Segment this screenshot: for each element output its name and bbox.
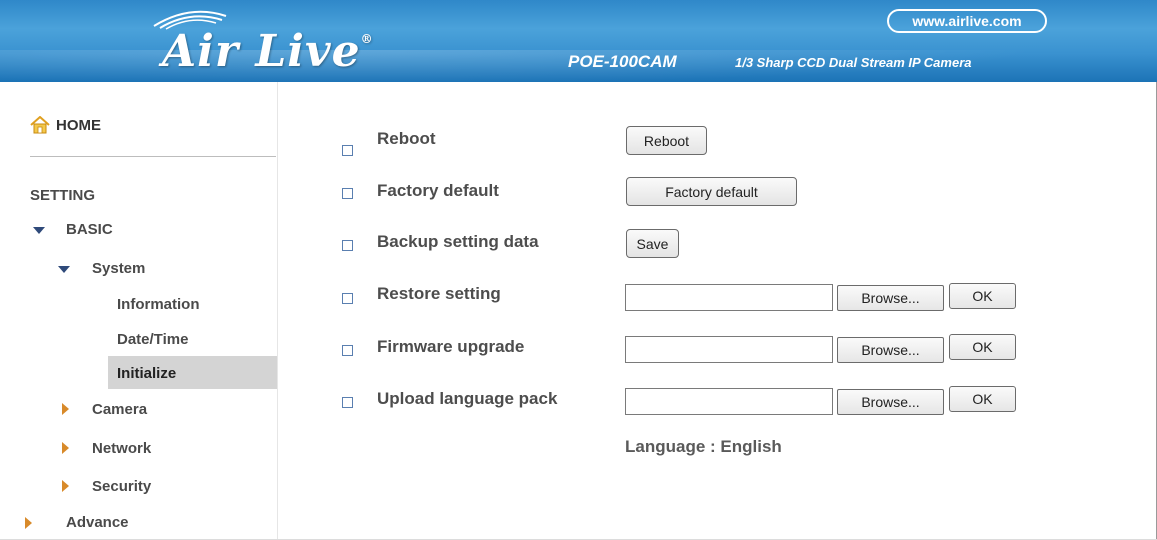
sidebar-item-system[interactable]: System [92, 260, 145, 277]
sidebar-item-security[interactable]: Security [92, 478, 151, 495]
chevron-right-icon[interactable] [60, 403, 70, 415]
chevron-down-icon[interactable] [58, 263, 70, 275]
header-banner: Air Live® www.airlive.com POE-100CAM 1/3… [0, 0, 1157, 82]
reboot-label: Reboot [377, 129, 436, 148]
sidebar-item-initialize[interactable]: Initialize [117, 365, 176, 382]
chevron-right-icon[interactable] [60, 442, 70, 454]
firmware-ok-button[interactable]: OK [949, 334, 1016, 360]
restore-file-input[interactable] [625, 284, 833, 311]
chevron-down-icon[interactable] [33, 224, 45, 236]
chevron-right-icon[interactable] [60, 480, 70, 492]
backup-setting-label: Backup setting data [377, 232, 539, 251]
bullet-icon [342, 240, 353, 251]
reboot-button[interactable]: Reboot [626, 126, 707, 155]
logo-text: Air Live® [162, 26, 374, 77]
restore-setting-label: Restore setting [377, 284, 501, 303]
home-icon [30, 116, 50, 134]
bullet-icon [342, 397, 353, 408]
restore-ok-button[interactable]: OK [949, 283, 1016, 309]
language-pack-label: Upload language pack [377, 389, 558, 408]
sidebar-item-network[interactable]: Network [92, 440, 151, 457]
firmware-file-input[interactable] [625, 336, 833, 363]
firmware-browse-button[interactable]: Browse... [837, 337, 944, 363]
sidebar-edge [277, 82, 278, 540]
bullet-icon [342, 145, 353, 156]
language-pack-file-input[interactable] [625, 388, 833, 415]
sidebar-divider [30, 156, 276, 157]
save-button[interactable]: Save [626, 229, 679, 258]
language-pack-ok-button[interactable]: OK [949, 386, 1016, 412]
bullet-icon [342, 188, 353, 199]
model-description: 1/3 Sharp CCD Dual Stream IP Camera [735, 55, 972, 70]
chevron-right-icon[interactable] [23, 517, 33, 529]
restore-browse-button[interactable]: Browse... [837, 285, 944, 311]
current-language: Language : English [625, 437, 782, 456]
firmware-upgrade-label: Firmware upgrade [377, 337, 525, 356]
sidebar-item-advance[interactable]: Advance [66, 514, 129, 531]
sidebar-heading-setting: SETTING [30, 187, 96, 204]
site-link[interactable]: www.airlive.com [887, 9, 1047, 33]
language-pack-browse-button[interactable]: Browse... [837, 389, 944, 415]
sidebar-item-basic[interactable]: BASIC [66, 221, 113, 238]
sidebar-item-camera[interactable]: Camera [92, 401, 147, 418]
bullet-icon [342, 293, 353, 304]
bullet-icon [342, 345, 353, 356]
home-label: HOME [56, 116, 101, 134]
sidebar-item-datetime[interactable]: Date/Time [117, 331, 188, 348]
logo-registered-mark: ® [360, 32, 374, 46]
model-name: POE-100CAM [568, 52, 677, 71]
factory-default-button[interactable]: Factory default [626, 177, 797, 206]
factory-default-label: Factory default [377, 181, 499, 200]
sidebar-item-information[interactable]: Information [117, 296, 200, 313]
airlive-logo: Air Live® [150, 6, 373, 77]
sidebar-item-home[interactable]: HOME [30, 116, 101, 134]
